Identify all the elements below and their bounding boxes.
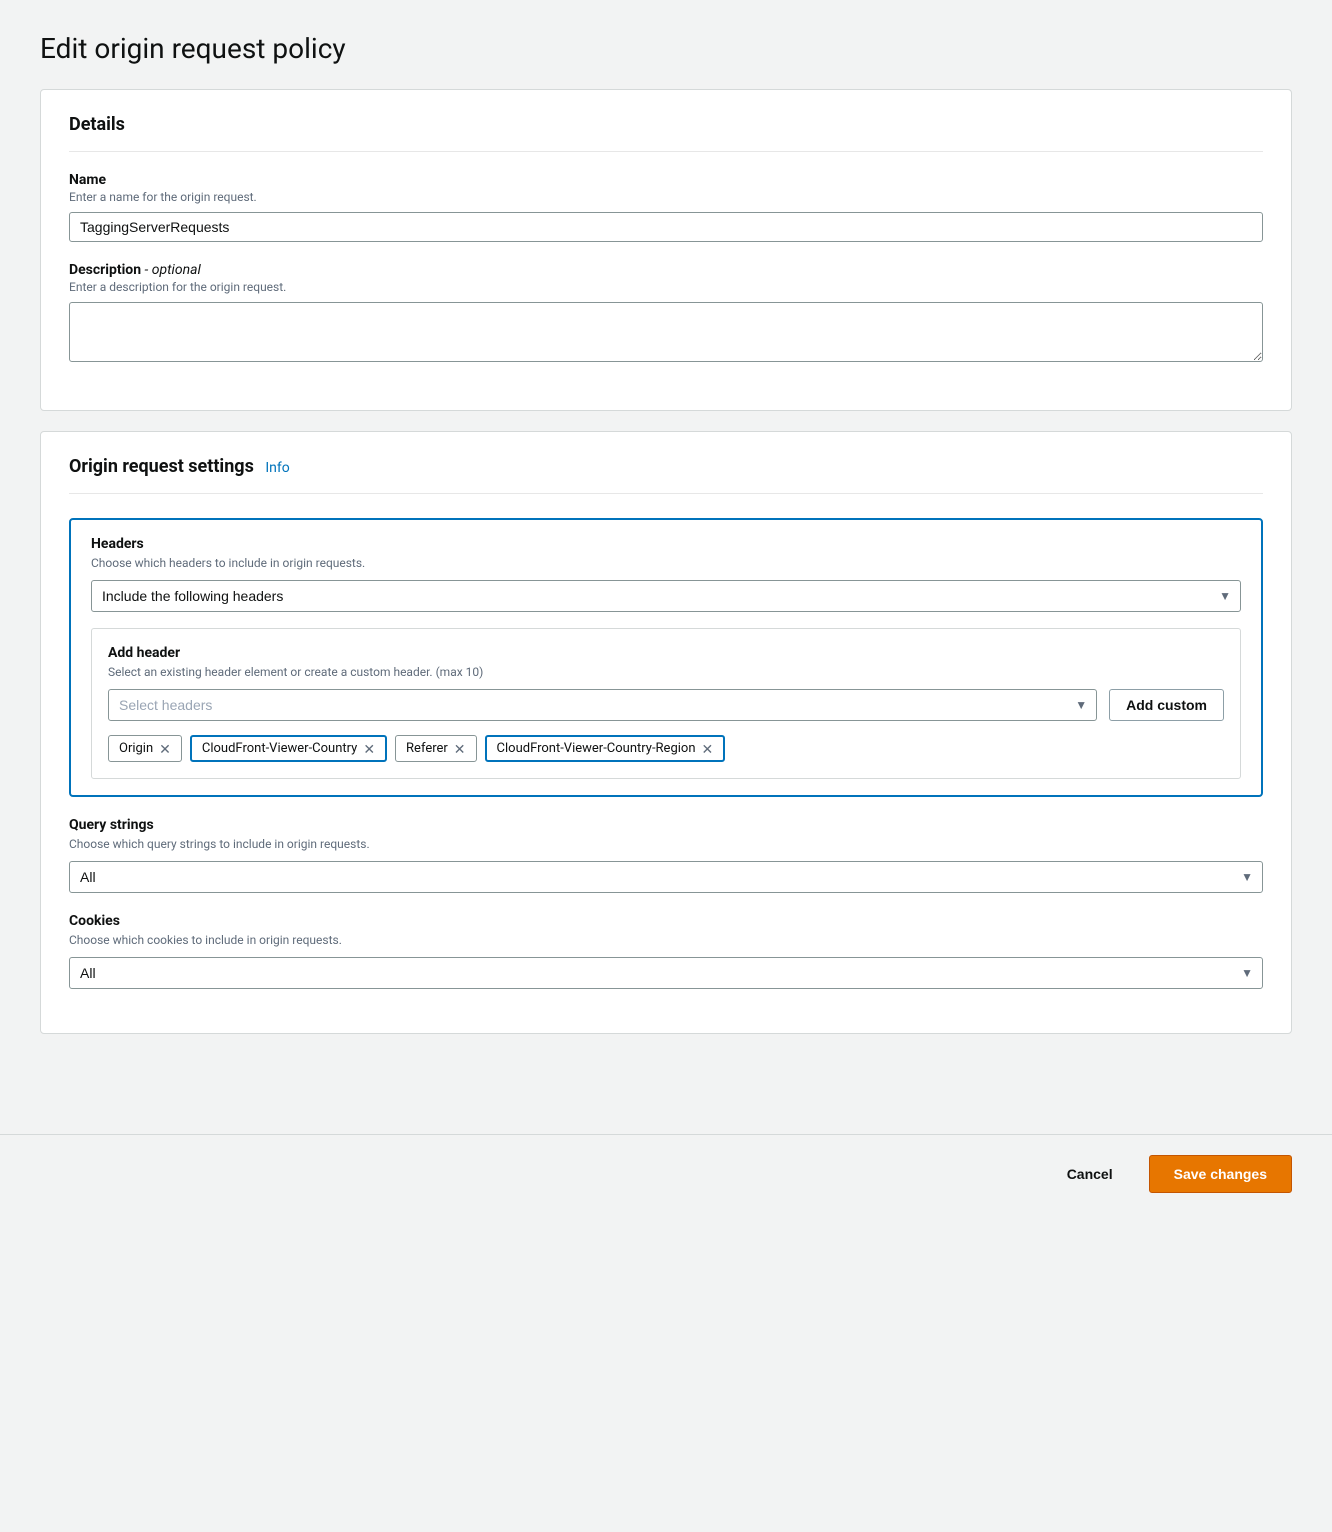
- query-strings-label: Query strings: [69, 817, 1263, 833]
- page-title: Edit origin request policy: [40, 32, 1292, 65]
- tag-origin: Origin ✕: [108, 735, 182, 762]
- name-input[interactable]: [69, 212, 1263, 242]
- cancel-button[interactable]: Cancel: [1047, 1158, 1133, 1190]
- headers-hint: Choose which headers to include in origi…: [91, 556, 1241, 570]
- add-header-section: Add header Select an existing header ele…: [91, 628, 1241, 779]
- description-label: Description - optional: [69, 262, 1263, 278]
- name-field-group: Name Enter a name for the origin request…: [69, 172, 1263, 242]
- tag-referer: Referer ✕: [395, 735, 476, 762]
- tag-cloudfront-viewer-country-label: CloudFront-Viewer-Country: [202, 741, 357, 756]
- cookies-section: Cookies Choose which cookies to include …: [69, 913, 1263, 989]
- select-headers-input[interactable]: Select headers Origin Referer: [108, 689, 1097, 721]
- query-strings-select[interactable]: None All Include the following: [69, 861, 1263, 893]
- add-header-sublabel: Select an existing header element or cre…: [108, 665, 1224, 679]
- info-link[interactable]: Info: [265, 460, 289, 476]
- description-optional: - optional: [145, 262, 201, 278]
- footer-actions: Cancel Save changes: [0, 1134, 1332, 1213]
- add-header-row: Select headers Origin Referer ▼ Add cust…: [108, 689, 1224, 721]
- cookies-hint: Choose which cookies to include in origi…: [69, 933, 1263, 947]
- query-strings-hint: Choose which query strings to include in…: [69, 837, 1263, 851]
- details-card: Details Name Enter a name for the origin…: [40, 89, 1292, 411]
- tag-cloudfront-viewer-country-region-label: CloudFront-Viewer-Country-Region: [497, 741, 696, 756]
- headers-label: Headers: [91, 536, 1241, 552]
- headers-select-wrapper: None All viewer headers Include the foll…: [91, 580, 1241, 612]
- tag-cloudfront-viewer-country: CloudFront-Viewer-Country ✕: [190, 735, 387, 762]
- tag-referer-remove-button[interactable]: ✕: [454, 742, 466, 756]
- tag-origin-remove-button[interactable]: ✕: [159, 742, 171, 756]
- headers-select[interactable]: None All viewer headers Include the foll…: [91, 580, 1241, 612]
- headers-section: Headers Choose which headers to include …: [69, 518, 1263, 797]
- query-strings-select-wrapper: None All Include the following ▼: [69, 861, 1263, 893]
- tag-referer-label: Referer: [406, 741, 448, 756]
- tag-cloudfront-viewer-country-remove-button[interactable]: ✕: [363, 742, 375, 756]
- select-headers-wrapper: Select headers Origin Referer ▼: [108, 689, 1097, 721]
- query-strings-section: Query strings Choose which query strings…: [69, 817, 1263, 893]
- settings-card: Origin request settings Info Headers Cho…: [40, 431, 1292, 1034]
- tag-cloudfront-viewer-country-region: CloudFront-Viewer-Country-Region ✕: [485, 735, 726, 762]
- details-card-title: Details: [69, 114, 1263, 152]
- cookies-select[interactable]: None All Include the following: [69, 957, 1263, 989]
- cookies-select-wrapper: None All Include the following ▼: [69, 957, 1263, 989]
- tag-origin-label: Origin: [119, 741, 153, 756]
- save-changes-button[interactable]: Save changes: [1149, 1155, 1292, 1193]
- description-hint: Enter a description for the origin reque…: [69, 280, 1263, 294]
- name-label: Name: [69, 172, 1263, 188]
- name-hint: Enter a name for the origin request.: [69, 190, 1263, 204]
- settings-header: Origin request settings Info: [69, 456, 1263, 494]
- settings-title: Origin request settings: [69, 456, 254, 477]
- tag-cloudfront-viewer-country-region-remove-button[interactable]: ✕: [702, 742, 714, 756]
- add-custom-button[interactable]: Add custom: [1109, 689, 1224, 721]
- description-input[interactable]: [69, 302, 1263, 362]
- description-field-group: Description - optional Enter a descripti…: [69, 262, 1263, 366]
- cookies-label: Cookies: [69, 913, 1263, 929]
- add-header-label: Add header: [108, 645, 1224, 661]
- tags-container: Origin ✕ CloudFront-Viewer-Country ✕ Ref…: [108, 735, 1224, 762]
